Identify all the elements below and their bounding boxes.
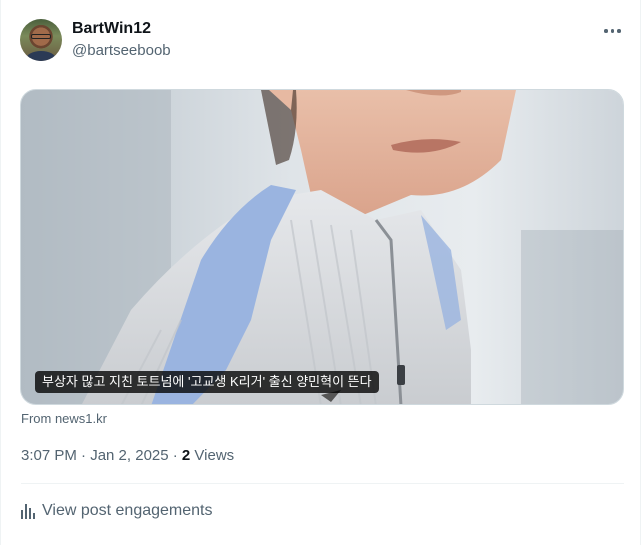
link-source[interactable]: From news1.kr — [21, 411, 107, 426]
post-meta: 3:07 PM · Jan 2, 2025 · 2 Views — [21, 447, 234, 464]
avatar-shirt — [26, 51, 56, 61]
post-image[interactable] — [20, 89, 624, 405]
post-card: BartWin12 @bartseeboob 부상자 많고 지친 토트넘에 '고… — [0, 0, 641, 545]
post-photo — [21, 90, 623, 404]
view-engagements-button[interactable]: View post engagements — [21, 502, 212, 520]
views-label: Views — [190, 447, 235, 464]
divider — [21, 483, 624, 484]
image-caption: 부상자 많고 지친 토트넘에 '고교생 K리거' 출신 양민혁이 뜬다 — [35, 371, 379, 393]
more-options-icon[interactable] — [604, 28, 624, 34]
analytics-bars-icon — [21, 503, 35, 519]
dot — [604, 29, 608, 33]
view-engagements-label: View post engagements — [42, 502, 213, 519]
author-handle[interactable]: @bartseeboob — [72, 42, 171, 59]
dot — [617, 29, 621, 33]
author-display-name[interactable]: BartWin12 — [72, 20, 151, 38]
dot — [610, 29, 614, 33]
avatar-glasses — [31, 34, 51, 39]
author-avatar[interactable] — [20, 19, 62, 61]
views-count: 2 — [181, 447, 191, 464]
post-timestamp[interactable]: 3:07 PM · Jan 2, 2025 · — [21, 447, 182, 464]
